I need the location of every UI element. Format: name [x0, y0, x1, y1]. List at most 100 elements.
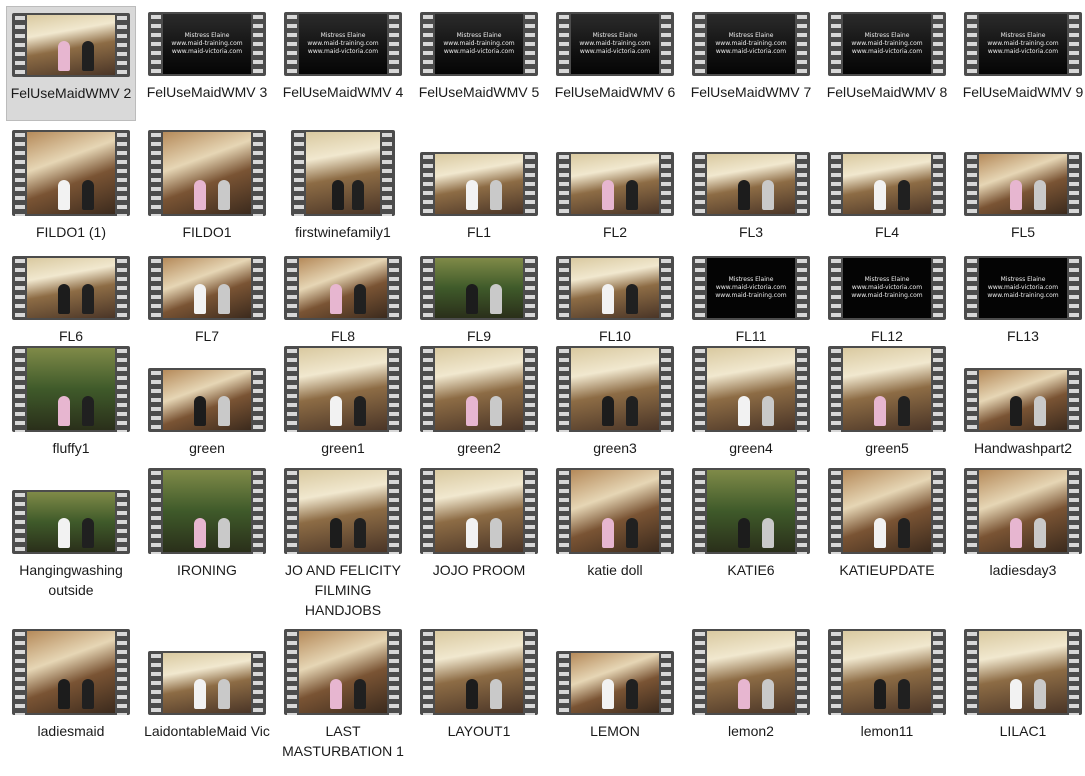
file-item[interactable]: ladiesday3 — [958, 465, 1085, 615]
figure-shape — [81, 396, 94, 426]
figure-shape — [737, 679, 750, 709]
file-item[interactable]: ladiesmaid — [6, 625, 136, 770]
figure-shape — [329, 396, 342, 426]
film-strip-icon: Mistress Elaine www.maid-training.com www.… — [284, 12, 402, 76]
thumbnail-caption-line: www.maid-training.com — [851, 40, 923, 47]
file-item[interactable]: fluffy1 — [6, 344, 136, 459]
file-item[interactable]: Hangingwashing outside — [6, 465, 136, 615]
figure-shape — [193, 518, 206, 548]
file-item[interactable]: FL5 — [958, 126, 1085, 241]
file-item[interactable]: lemon2 — [686, 625, 816, 770]
file-item[interactable]: Handwashpart2 — [958, 344, 1085, 459]
file-item[interactable]: green2 — [414, 344, 544, 459]
thumbnail-caption: Mistress Elaine www.maid-victoria.com www.… — [979, 276, 1067, 300]
file-item[interactable]: katie doll — [550, 465, 680, 615]
video-frame — [707, 154, 795, 214]
thumbnail-caption-line: www.maid-victoria.com — [987, 284, 1059, 291]
file-name-label: green4 — [729, 440, 773, 456]
file-name-label: FL10 — [599, 328, 631, 344]
file-grid: FelUseMaidWMV 2 Mistress Elaine www.maid-t… — [0, 0, 1085, 776]
file-item[interactable]: IRONING — [142, 465, 272, 615]
figure-shape — [57, 396, 70, 426]
file-item[interactable]: green5 — [822, 344, 952, 459]
file-item[interactable]: Mistress Elaine www.maid-training.com www.… — [958, 6, 1085, 121]
file-item[interactable]: FILDO1 — [142, 126, 272, 241]
file-name-label: Hangingwashing outside — [19, 562, 123, 598]
video-thumbnail — [414, 625, 544, 715]
file-item[interactable]: firstwinefamily1 — [278, 126, 408, 241]
file-item[interactable]: green1 — [278, 344, 408, 459]
figure-shape — [897, 180, 910, 210]
file-item[interactable]: LEMON — [550, 625, 680, 770]
video-frame: Mistress Elaine www.maid-training.com www.… — [299, 14, 387, 74]
video-thumbnail — [686, 126, 816, 216]
video-frame — [163, 470, 251, 552]
video-thumbnail — [958, 126, 1085, 216]
thumbnail-caption: Mistress Elaine www.maid-victoria.com www.… — [707, 276, 795, 300]
thumbnail-caption-line: www.maid-training.com — [715, 40, 787, 47]
thumbnail-caption-line: www.maid-training.com — [715, 292, 787, 299]
thumbnail-caption-line: www.maid-training.com — [987, 292, 1059, 299]
video-frame — [27, 15, 115, 75]
file-item[interactable]: FL1 — [414, 126, 544, 241]
video-thumbnail: Mistress Elaine www.maid-training.com www.… — [142, 6, 272, 76]
file-item[interactable]: LAST MASTURBATION 1 — [278, 625, 408, 770]
figure-shape — [353, 284, 366, 314]
figure-shape — [873, 679, 886, 709]
file-name-label: FelUseMaidWMV 3 — [146, 84, 268, 100]
figure-shape — [601, 396, 614, 426]
file-item[interactable]: KATIE6 — [686, 465, 816, 615]
video-thumbnail — [142, 126, 272, 216]
file-item[interactable]: Mistress Elaine www.maid-training.com www.… — [822, 6, 952, 121]
thumbnail-caption-line: www.maid-victoria.com — [851, 48, 923, 55]
video-thumbnail — [278, 344, 408, 432]
file-item[interactable]: green4 — [686, 344, 816, 459]
file-name-label: ladiesday3 — [989, 562, 1057, 578]
video-frame — [435, 631, 523, 713]
figure-shape — [57, 284, 70, 314]
film-strip-icon — [828, 346, 946, 432]
film-strip-icon — [12, 130, 130, 216]
video-thumbnail — [278, 126, 408, 216]
file-item[interactable]: Mistress Elaine www.maid-training.com www.… — [278, 6, 408, 121]
file-item[interactable]: FL3 — [686, 126, 816, 241]
file-item[interactable]: LILAC1 — [958, 625, 1085, 770]
video-thumbnail: Mistress Elaine www.maid-victoria.com www.… — [686, 246, 816, 320]
file-item[interactable]: FL4 — [822, 126, 952, 241]
file-item[interactable]: FILDO1 (1) — [6, 126, 136, 241]
film-strip-icon — [420, 629, 538, 715]
figure-shape — [737, 396, 750, 426]
video-frame — [435, 258, 523, 318]
video-thumbnail — [686, 344, 816, 432]
video-frame — [27, 348, 115, 430]
file-item[interactable]: JO AND FELICITY FILMING HANDJOBS — [278, 465, 408, 618]
file-item[interactable]: lemon11 — [822, 625, 952, 770]
file-item[interactable]: green — [142, 344, 272, 459]
video-thumbnail: Mistress Elaine www.maid-training.com www.… — [550, 6, 680, 76]
file-item[interactable]: Mistress Elaine www.maid-training.com www.… — [414, 6, 544, 121]
file-name-label: JOJO PROOM — [432, 562, 526, 578]
file-name-label: FelUseMaidWMV 9 — [962, 84, 1084, 100]
film-strip-icon: Mistress Elaine www.maid-victoria.com www.… — [692, 256, 810, 320]
thumbnail-caption-line: www.maid-training.com — [851, 292, 923, 299]
file-item[interactable]: FelUseMaidWMV 2 — [6, 6, 136, 121]
video-thumbnail — [550, 465, 680, 554]
video-thumbnail — [550, 344, 680, 432]
video-thumbnail — [142, 625, 272, 715]
file-item[interactable]: green3 — [550, 344, 680, 459]
thumbnail-caption-line: Mistress Elaine — [184, 32, 230, 39]
file-item[interactable]: Mistress Elaine www.maid-training.com www.… — [550, 6, 680, 121]
thumbnail-caption: Mistress Elaine www.maid-training.com www.… — [299, 32, 387, 56]
file-item[interactable]: LaidontableMaid Vic — [142, 625, 272, 770]
file-item[interactable]: FL2 — [550, 126, 680, 241]
file-item[interactable]: LAYOUT1 — [414, 625, 544, 770]
file-item[interactable]: Mistress Elaine www.maid-training.com www.… — [142, 6, 272, 121]
file-item[interactable]: Mistress Elaine www.maid-training.com www.… — [686, 6, 816, 121]
video-frame — [27, 631, 115, 713]
film-strip-icon: Mistress Elaine www.maid-training.com www.… — [556, 12, 674, 76]
file-name-label: FelUseMaidWMV 6 — [554, 84, 676, 100]
file-name-label: FL1 — [466, 224, 492, 240]
file-item[interactable]: JOJO PROOM — [414, 465, 544, 615]
film-strip-icon — [284, 346, 402, 432]
file-item[interactable]: KATIEUPDATE — [822, 465, 952, 615]
